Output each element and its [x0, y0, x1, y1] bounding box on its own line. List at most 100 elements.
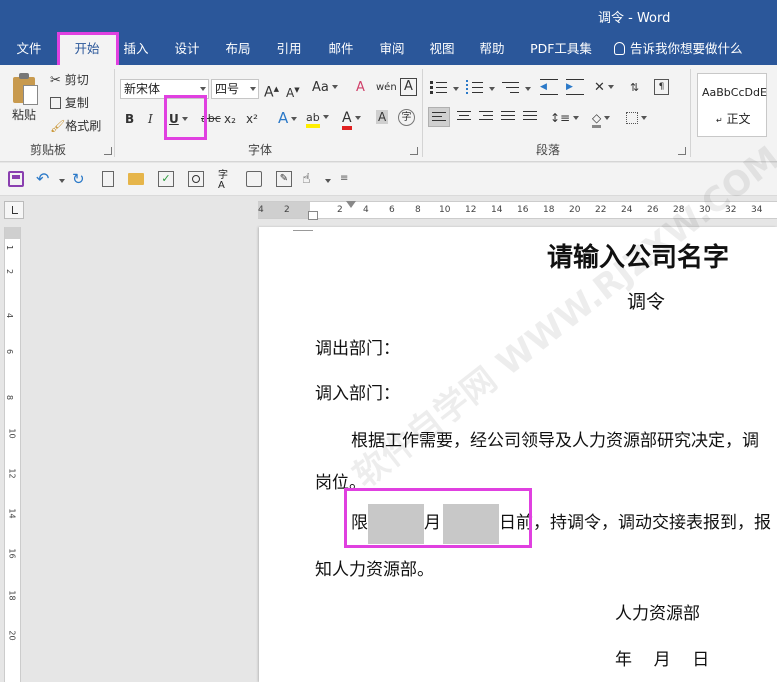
increase-indent-icon[interactable]: ▶ — [566, 79, 584, 95]
chevron-down-icon — [250, 87, 256, 91]
decrease-indent-icon[interactable]: ◀ — [540, 79, 558, 95]
out-dept-label: 调出部门： — [315, 339, 400, 359]
numbering-icon[interactable] — [466, 79, 484, 95]
redo-icon[interactable]: ↻ — [72, 171, 88, 187]
chevron-down-icon — [641, 116, 647, 120]
tab-selector[interactable] — [4, 201, 24, 219]
chevron-down-icon[interactable] — [325, 179, 331, 183]
char-border-button[interactable]: A — [400, 78, 417, 96]
distributed-button[interactable] — [520, 107, 540, 127]
change-case-button[interactable]: Aa — [312, 79, 338, 97]
undo-icon[interactable]: ↶ — [36, 171, 52, 187]
align-center-button[interactable] — [454, 107, 474, 127]
chevron-down-icon[interactable] — [525, 87, 531, 91]
ribbon: 粘贴 ✂ 剪切 复制 🖌格式刷 剪贴板 新宋体 四号 A▲ A▼ Aa A wé… — [0, 65, 777, 162]
title-bar: 调令 - Word — [0, 0, 777, 32]
document-page[interactable]: 请输入公司名字 调令 调出部门： 调入部门： 根据工作需要，经公司领导及人力资源… — [259, 227, 777, 682]
clipboard-icon[interactable] — [246, 171, 262, 187]
save-icon[interactable] — [8, 171, 24, 187]
chevron-down-icon — [322, 115, 329, 119]
tab-help[interactable]: 帮助 — [472, 32, 512, 65]
borders-icon — [626, 112, 638, 124]
cut-button[interactable]: ✂ 剪切 — [50, 71, 89, 90]
sort-button[interactable]: ⇅ — [630, 79, 639, 97]
tab-pdf-tools[interactable]: PDF工具集 — [524, 32, 598, 65]
customize-toolbar-icon[interactable]: ≡ — [340, 171, 356, 187]
left-indent-marker[interactable] — [308, 211, 318, 220]
sort-icon: ⇅ — [630, 81, 640, 94]
show-marks-button[interactable]: ¶ — [654, 79, 669, 95]
align-right-button[interactable] — [476, 107, 496, 127]
tab-design[interactable]: 设计 — [166, 32, 208, 65]
chevron-down-icon — [573, 116, 580, 120]
first-line-indent-marker[interactable] — [346, 201, 356, 208]
format-painter-button[interactable]: 🖌格式刷 — [50, 117, 101, 135]
tab-insert[interactable]: 插入 — [116, 32, 156, 65]
line-spacing-button[interactable]: ↕≡ — [550, 109, 580, 127]
bold-button[interactable]: B — [125, 110, 134, 128]
chinese-layout-button[interactable]: ✕ — [594, 79, 614, 97]
chevron-down-icon[interactable] — [453, 87, 459, 91]
chevron-down-icon — [354, 116, 361, 120]
chevron-down-icon — [607, 85, 614, 89]
align-left-button[interactable] — [428, 107, 450, 127]
tab-view[interactable]: 视图 — [422, 32, 462, 65]
char-shading-button[interactable]: A — [376, 108, 389, 126]
justify-button[interactable] — [498, 107, 518, 127]
tab-review[interactable]: 审阅 — [372, 32, 412, 65]
new-document-icon[interactable] — [102, 171, 114, 187]
highlight-deadline-box — [344, 488, 532, 548]
font-color-icon: A — [342, 110, 352, 130]
superscript-button[interactable]: x² — [246, 110, 258, 128]
italic-button[interactable]: I — [148, 110, 153, 128]
chevron-down-icon — [331, 85, 338, 89]
print-preview-icon[interactable] — [188, 171, 204, 187]
style-normal[interactable]: AaBbCcDdE ↵ 正文 — [697, 73, 767, 137]
clear-format-button[interactable]: A — [356, 79, 365, 97]
vertical-ruler[interactable]: 1 2 4 6 8 10 12 14 16 18 20 — [4, 227, 21, 682]
font-group-label: 字体 — [248, 143, 273, 157]
paint-bucket-icon: ◇ — [592, 111, 602, 128]
enclose-char-button[interactable]: 字 — [398, 109, 415, 126]
paragraph-group-label: 段落 — [536, 143, 561, 157]
touch-mode-icon[interactable]: ☝ — [302, 171, 318, 187]
shrink-font-button[interactable]: A▼ — [286, 81, 300, 102]
grow-font-button[interactable]: A▲ — [264, 80, 279, 102]
body-paragraph-2-end: 知人力资源部。 — [315, 560, 434, 580]
chevron-down-icon[interactable] — [59, 179, 65, 183]
multilevel-list-icon[interactable] — [502, 79, 520, 95]
tab-references[interactable]: 引用 — [268, 32, 310, 65]
tab-layout[interactable]: 布局 — [218, 32, 258, 65]
shading-button[interactable]: ◇ — [592, 109, 611, 128]
check-icon[interactable]: ✓ — [158, 171, 174, 187]
text-effects-button[interactable]: A — [278, 109, 298, 127]
spelling-icon[interactable]: 字A — [218, 171, 234, 191]
open-folder-icon[interactable] — [128, 173, 144, 185]
borders-button[interactable] — [626, 109, 647, 127]
paste-button[interactable]: 粘贴 — [12, 106, 36, 124]
edit-doc-icon[interactable]: ✎ — [276, 171, 292, 187]
text-effects-icon: A — [278, 109, 289, 127]
divider — [690, 69, 691, 157]
bullets-icon[interactable] — [430, 79, 448, 95]
chevron-down-icon — [291, 117, 298, 121]
font-launcher-icon[interactable] — [410, 147, 418, 155]
divider — [422, 69, 423, 157]
copy-button[interactable]: 复制 — [50, 94, 89, 112]
font-size-combo[interactable]: 四号 — [211, 79, 259, 99]
chevron-down-icon[interactable] — [489, 87, 495, 91]
paragraph-launcher-icon[interactable] — [678, 147, 686, 155]
highlighter-icon: ab — [306, 111, 320, 128]
highlight-color-button[interactable]: ab — [306, 109, 329, 128]
chevron-down-icon — [604, 116, 611, 120]
font-color-button[interactable]: A — [342, 109, 361, 130]
tab-mailings[interactable]: 邮件 — [320, 32, 362, 65]
quick-access-toolbar: ↶ ↻ ✓ 字A ✎ ☝ ≡ — [0, 163, 777, 196]
subscript-button[interactable]: x₂ — [224, 110, 236, 128]
lightbulb-icon — [614, 42, 625, 55]
phonetic-guide-button[interactable]: wén — [376, 79, 397, 97]
clipboard-launcher-icon[interactable] — [104, 147, 112, 155]
tab-file[interactable]: 文件 — [6, 32, 52, 65]
in-dept-label: 调入部门： — [315, 384, 400, 404]
tell-me-box[interactable]: 告诉我你想要做什么 — [614, 32, 743, 65]
